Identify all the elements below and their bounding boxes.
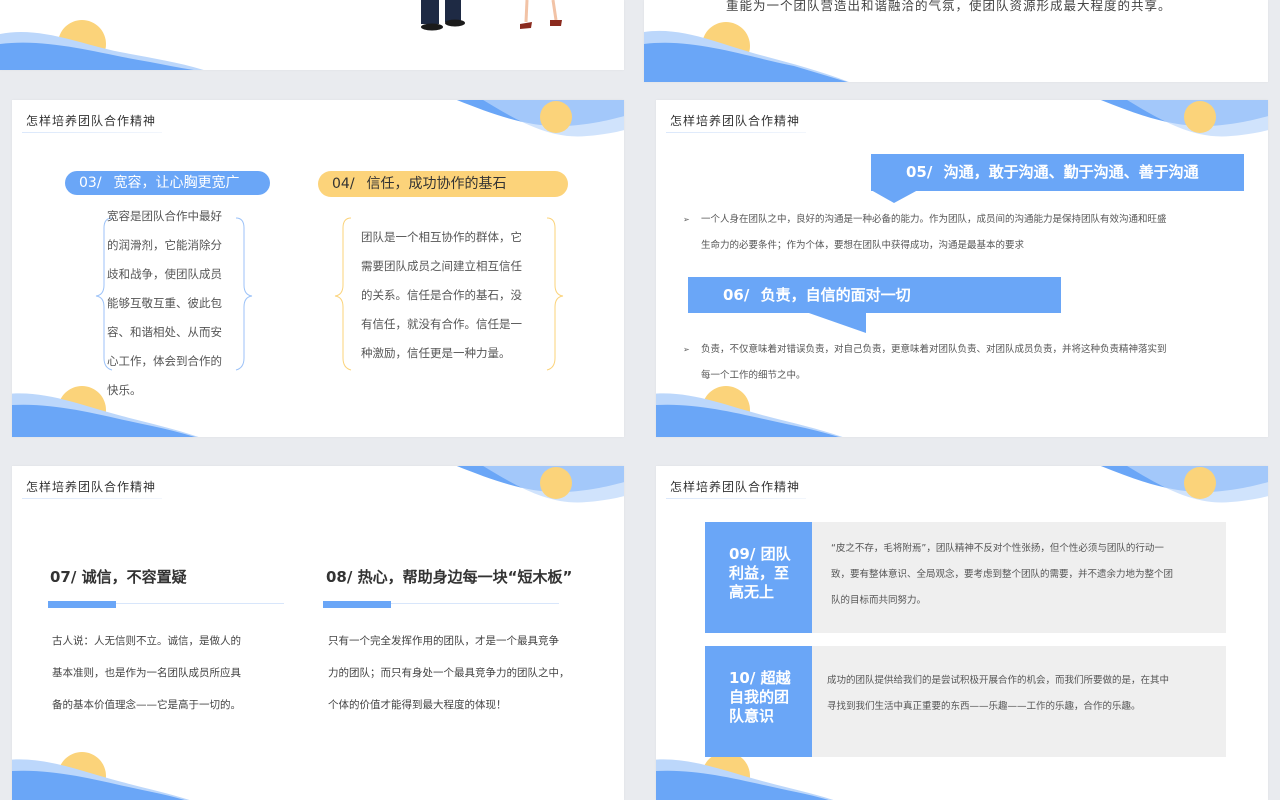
team-interest-label: 09/ 团队 利益，至 高无上: [705, 522, 812, 633]
text-line: 负责，不仅意味着对错误负责，对自己负责，更意味着对团队负责、对团队成员负责，并将…: [701, 344, 1167, 355]
intro-text: 重能为一个团队营造出和谐融洽的气氛，使团队资源形成最大程度的共享。: [726, 0, 1172, 13]
helpfulness-text: 只有一个完全发挥作用的团队，才是一个最具竞争 力的团队；而只有身处一个最具竞争力…: [328, 625, 598, 721]
text-line: 心工作，体会到合作的: [107, 354, 222, 368]
slide-tolerance-trust[interactable]: 怎样培养团队合作精神 03/宽容，让心胸更宽广 宽容是团队合作中最好 的润滑剂，…: [12, 100, 624, 437]
text-line: 寻找到我们生活中真正重要的东西——乐趣——工作的乐趣，合作的乐趣。: [827, 701, 1141, 712]
text-line: 备的基本价值理念——它是高于一切的。: [52, 699, 241, 711]
label-line: 利益，至: [729, 564, 790, 582]
text-line: 的润滑剂，它能消除分: [107, 238, 222, 252]
text-line: 古人说：人无信则不立。诚信，是做人的: [52, 635, 241, 647]
bullet-arrow-icon: ➢: [683, 215, 690, 224]
text-line: 需要团队成员之间建立相互信任: [361, 259, 522, 273]
text-line: 快乐。: [107, 383, 142, 397]
communication-text: ➢ 一个人身在团队之中，良好的沟通是一种必备的能力。作为团队，成员间的沟通能力是…: [683, 207, 1261, 259]
beyond-self-label: 10/ 超越 自我的团 队意识: [705, 646, 812, 757]
team-interest-text: “皮之不存，毛将附焉”，团队精神不反对个性张扬，但个性必须与团队的行动一 致，要…: [812, 522, 1226, 633]
slide-integrity-helpfulness[interactable]: 怎样培养团队合作精神 07/ 诚信，不容置疑 古人说：人无信则不立。诚信，是做人…: [12, 466, 624, 800]
integrity-text: 古人说：人无信则不立。诚信，是做人的 基本准则，也是作为一名团队成员所应具 备的…: [52, 625, 282, 721]
text-line: 致，要有整体意识、全局观念，要考虑到整个团队的需要，并不遗余力地为整个团: [831, 569, 1174, 580]
banner-responsibility: 06/ 负责，自信的面对一切: [688, 277, 1061, 313]
text-line: 力的团队；而只有身处一个最具竞争力的团队之中，: [328, 667, 570, 679]
banner-number: 06/: [723, 286, 750, 304]
responsibility-text: ➢ 负责，不仅意味着对错误负责，对自己负责，更意味着对团队负责、对团队成员负责，…: [683, 337, 1261, 389]
slide-title: 怎样培养团队合作精神: [665, 478, 807, 499]
banner-communication: 05/ 沟通，敢于沟通、勤于沟通、善于沟通: [871, 154, 1244, 191]
slide-communication-responsibility[interactable]: 怎样培养团队合作精神 05/ 沟通，敢于沟通、勤于沟通、善于沟通 ➢ 一个人身在…: [656, 100, 1268, 437]
text-line: 生命力的必要条件；作为个体，要想在团队中获得成功，沟通是最基本的要求: [701, 240, 1025, 251]
pill-title: 信任，成功协作的基石: [366, 176, 507, 192]
bullet-arrow-icon: ➢: [683, 345, 690, 354]
people-illustration: [421, 0, 562, 31]
pill-tolerance: 03/宽容，让心胸更宽广: [65, 171, 270, 195]
beyond-self-text: 成功的团队提供给我们的是尝试积极开展合作的机会，而我们所要做的是，在其中 寻找到…: [812, 646, 1226, 757]
integrity-heading: 07/ 诚信，不容置疑: [50, 566, 187, 587]
banner-title: 负责，自信的面对一切: [760, 286, 911, 304]
heading-number: 07/: [50, 568, 77, 586]
slide-title: 怎样培养团队合作精神: [21, 112, 163, 133]
wave-decoration: [0, 20, 204, 70]
trust-text: 团队是一个相互协作的群体，它 需要团队成员之间建立相互信任 的关系。信任是合作的…: [361, 223, 536, 368]
label-line: 10/ 超越: [729, 669, 791, 687]
pill-title: 宽容，让心胸更宽广: [113, 175, 240, 191]
slide-team-interest[interactable]: 怎样培养团队合作精神 09/ 团队 利益，至 高无上 “皮之不存，毛将附焉”，团…: [656, 466, 1268, 800]
slide-title: 怎样培养团队合作精神: [665, 112, 807, 133]
text-line: 宽容是团队合作中最好: [107, 209, 222, 223]
slide-top-left[interactable]: [0, 0, 624, 70]
pill-number: 04/: [332, 176, 355, 192]
text-line: 歧和战争，使团队成员: [107, 267, 222, 281]
pill-trust: 04/信任，成功协作的基石: [318, 171, 568, 197]
heading-number: 08/: [326, 568, 353, 586]
text-line: 有信任，就没有合作。信任是一: [361, 317, 522, 331]
text-line: 每一个工作的细节之中。: [701, 370, 806, 381]
label-line: 队意识: [729, 707, 775, 725]
text-line: 一个人身在团队之中，良好的沟通是一种必备的能力。作为团队，成员间的沟通能力是保持…: [701, 214, 1167, 225]
pill-number: 03/: [79, 175, 102, 191]
helpfulness-heading: 08/ 热心，帮助身边每一块“短木板”: [326, 566, 572, 587]
text-line: 团队是一个相互协作的群体，它: [361, 230, 522, 244]
banner-title: 沟通，敢于沟通、勤于沟通、善于沟通: [943, 163, 1199, 181]
text-line: 能够互敬互重、彼此包: [107, 296, 222, 310]
label-line: 自我的团: [729, 688, 790, 706]
label-line: 高无上: [729, 583, 775, 601]
slide-title: 怎样培养团队合作精神: [21, 478, 163, 499]
tolerance-text: 宽容是团队合作中最好 的润滑剂，它能消除分 歧和战争，使团队成员 能够互敬互重、…: [107, 202, 237, 405]
text-line: 种激励，信任更是一种力量。: [361, 346, 511, 360]
heading-title: 诚信，不容置疑: [81, 568, 187, 586]
text-line: “皮之不存，毛将附焉”，团队精神不反对个性张扬，但个性必须与团队的行动一: [831, 543, 1164, 554]
text-line: 的关系。信任是合作的基石，没: [361, 288, 522, 302]
banner-number: 05/: [906, 163, 933, 181]
slide-top-right[interactable]: 重能为一个团队营造出和谐融洽的气氛，使团队资源形成最大程度的共享。: [644, 0, 1268, 82]
text-line: 只有一个完全发挥作用的团队，才是一个最具竞争: [328, 635, 559, 647]
heading-title: 热心，帮助身边每一块“短木板”: [357, 568, 573, 586]
label-line: 09/ 团队: [729, 545, 791, 563]
text-line: 容、和谐相处、从而安: [107, 325, 222, 339]
text-line: 基本准则，也是作为一名团队成员所应具: [52, 667, 241, 679]
text-line: 队的目标而共同努力。: [831, 595, 927, 606]
text-line: 个体的价值才能得到最大程度的体现！: [328, 699, 507, 711]
text-line: 成功的团队提供给我们的是尝试积极开展合作的机会，而我们所要做的是，在其中: [827, 675, 1170, 686]
